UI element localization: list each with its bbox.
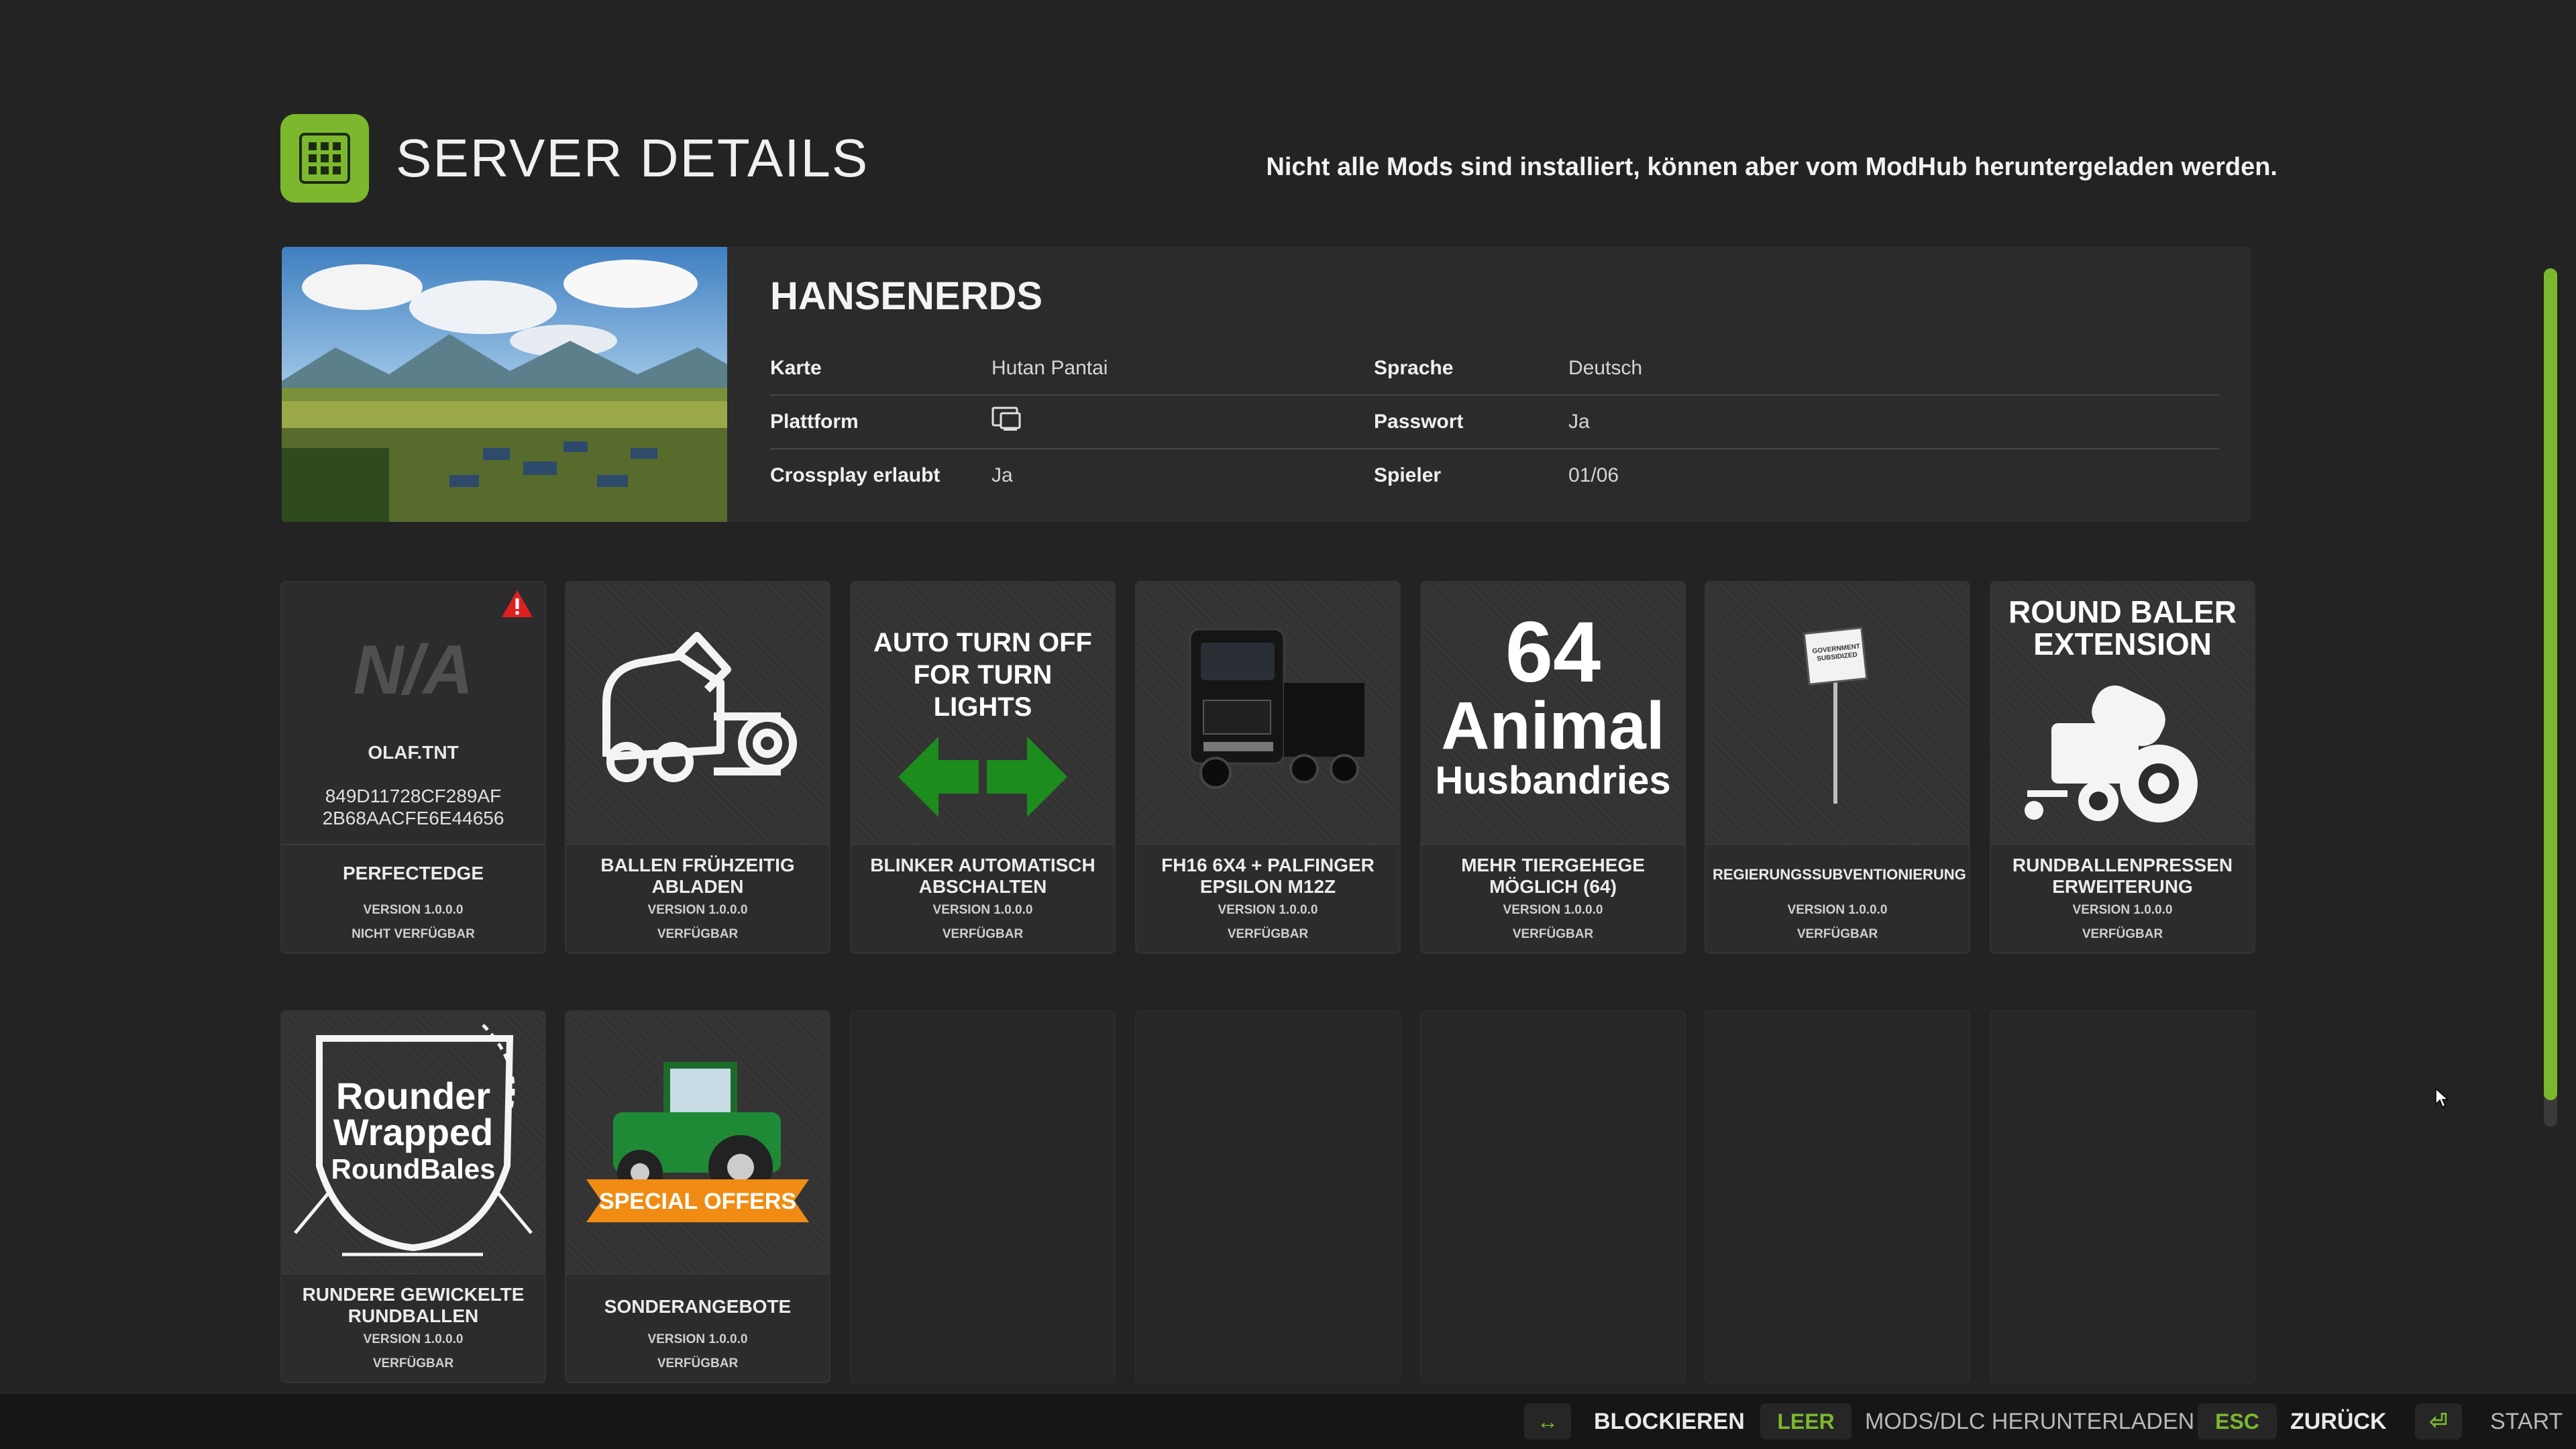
mod-image-text: Animal bbox=[1441, 688, 1665, 763]
mod-card[interactable]: FH16 6x4 + PALFINGER EPSILON M12Z VERSIO… bbox=[1135, 581, 1401, 954]
mod-version: VERSION 1.0.0.0 bbox=[647, 1332, 748, 1346]
mod-image bbox=[1136, 582, 1399, 845]
turn-arrows-icon bbox=[898, 737, 1067, 817]
mod-status: VERFÜGBAR bbox=[2082, 927, 2163, 941]
round-baler-icon bbox=[2025, 685, 2198, 822]
mod-card[interactable]: 64 Animal Husbandries MEHR TIERGEHEGE MÖ… bbox=[1420, 581, 1686, 954]
mod-card[interactable]: Rounder Wrapped RoundBales RUNDERE GEWIC… bbox=[280, 1010, 546, 1383]
info-row-map: Karte Hutan Pantai Sprache Deutsch bbox=[770, 341, 2219, 396]
pc-monitor-icon bbox=[991, 407, 1022, 439]
crossplay-value: Ja bbox=[991, 464, 1013, 486]
mod-image: 64 Animal Husbandries bbox=[1421, 582, 1684, 845]
empty-mod-slot bbox=[1990, 1010, 2255, 1383]
mod-image-line1: Rounder bbox=[335, 1075, 491, 1117]
mod-version: VERSION 1.0.0.0 bbox=[1503, 903, 1603, 917]
empty-mod-slot bbox=[850, 1010, 1116, 1383]
mod-image-text: ROUND BALER EXTENSION bbox=[2008, 594, 2237, 661]
grid-icon bbox=[280, 114, 369, 203]
mod-status: VERFÜGBAR bbox=[372, 1356, 454, 1371]
mod-status: VERFÜGBAR bbox=[657, 927, 739, 941]
esc-key: ESC bbox=[2198, 1403, 2277, 1440]
mouse-cursor-icon bbox=[2435, 1087, 2449, 1112]
mod-image-line3: RoundBales bbox=[331, 1153, 496, 1185]
mod-name: PERFECTEDGE bbox=[342, 863, 484, 883]
empty-mod-slot bbox=[1420, 1010, 1686, 1383]
mod-author: OLAF.TNT bbox=[368, 742, 459, 763]
mod-status: VERFÜGBAR bbox=[1512, 927, 1594, 941]
language-value: Deutsch bbox=[1568, 357, 1643, 379]
download-mods-button[interactable]: MODS/DLC HERUNTERLADEN bbox=[1865, 1409, 2194, 1435]
mod-card[interactable]: GOVERNMENT SUBSIDIZED REGIERUNGSSUBVENTI… bbox=[1705, 581, 1970, 954]
info-row-platform: Plattform Passwort Ja bbox=[770, 394, 2219, 449]
mod-name: MEHR TIERGEHEGE MÖGLICH (64) bbox=[1461, 855, 1645, 897]
mod-image-number: 64 bbox=[1505, 604, 1601, 700]
info-row-crossplay: Crossplay erlaubt Ja Spieler 01/06 bbox=[770, 448, 2219, 502]
back-button[interactable]: ZURÜCK bbox=[2290, 1409, 2387, 1435]
mod-card[interactable]: ROUND BALER EXTENSION RUNDBALLENPRESSEN … bbox=[1990, 581, 2255, 954]
mod-status: VERFÜGBAR bbox=[657, 1356, 739, 1371]
password-label: Passwort bbox=[1374, 411, 1464, 433]
scrollbar-thumb[interactable] bbox=[2544, 268, 2557, 1100]
space-key: LEER bbox=[1760, 1403, 1851, 1440]
mod-version: VERSION 1.0.0.0 bbox=[2072, 903, 2173, 917]
mod-name: FH16 6x4 + PALFINGER EPSILON M12Z bbox=[1161, 855, 1375, 897]
mod-image-text: AUTO TURN OFF FOR TURN LIGHTS bbox=[873, 628, 1092, 722]
mod-card[interactable]: SPECIAL OFFERS SONDERANGEBOTE VERSION 1.… bbox=[565, 1010, 830, 1383]
players-value: 01/06 bbox=[1568, 464, 1619, 486]
mod-image bbox=[566, 582, 829, 845]
mod-status: VERFÜGBAR bbox=[1796, 927, 1878, 941]
mod-hash: 849D11728CF289AF 2B68AACFE6E44656 bbox=[322, 786, 504, 828]
empty-mod-slot bbox=[1135, 1010, 1401, 1383]
page-title: SERVER DETAILS bbox=[396, 128, 869, 188]
mod-image: Rounder Wrapped RoundBales bbox=[282, 1012, 545, 1275]
mod-status: NICHT VERFÜGBAR bbox=[352, 927, 475, 941]
truck-icon bbox=[1189, 628, 1364, 789]
empty-mod-slot bbox=[1705, 1010, 1970, 1383]
mod-image-subtext: Husbandries bbox=[1435, 759, 1671, 802]
mod-status: VERFÜGBAR bbox=[942, 927, 1024, 941]
mod-name: BALLEN FRÜHZEITIG ABLADEN bbox=[600, 855, 795, 897]
mod-name: BLINKER AUTOMATISCH ABSCHALTEN bbox=[870, 855, 1095, 897]
players-label: Spieler bbox=[1374, 464, 1442, 486]
mod-name: RUNDBALLENPRESSEN ERWEITERUNG bbox=[2012, 855, 2233, 897]
mod-image: AUTO TURN OFF FOR TURN LIGHTS bbox=[851, 582, 1114, 845]
mod-image: GOVERNMENT SUBSIDIZED bbox=[1706, 582, 1969, 845]
mod-card[interactable]: AUTO TURN OFF FOR TURN LIGHTS BLINKER AU… bbox=[850, 581, 1116, 954]
warning-icon bbox=[500, 589, 534, 622]
na-text: N/A bbox=[353, 631, 474, 709]
mod-version: VERSION 1.0.0.0 bbox=[1787, 903, 1888, 917]
mod-image-text: SPECIAL OFFERS bbox=[598, 1189, 797, 1214]
mod-version: VERSION 1.0.0.0 bbox=[932, 903, 1033, 917]
mod-version: VERSION 1.0.0.0 bbox=[647, 903, 748, 917]
map-value: Hutan Pantai bbox=[991, 357, 1108, 379]
mod-card[interactable]: N/A OLAF.TNT 849D11728CF289AF 2B68AACFE6… bbox=[280, 581, 546, 954]
start-button[interactable]: START bbox=[2490, 1409, 2563, 1435]
block-button[interactable]: BLOCKIEREN bbox=[1594, 1409, 1745, 1435]
mod-image-line2: Wrapped bbox=[333, 1111, 494, 1153]
crossplay-label: Crossplay erlaubt bbox=[770, 464, 941, 486]
language-label: Sprache bbox=[1374, 357, 1454, 379]
map-label: Karte bbox=[770, 357, 822, 379]
mod-name: REGIERUNGSSUBVENTIONIERUNG bbox=[1713, 866, 1966, 883]
mod-image: ROUND BALER EXTENSION bbox=[1991, 582, 2254, 845]
mod-name: SONDERANGEBOTE bbox=[604, 1296, 792, 1317]
mod-version: VERSION 1.0.0.0 bbox=[363, 1332, 464, 1346]
signpost-icon bbox=[1803, 627, 1868, 804]
password-value: Ja bbox=[1568, 411, 1590, 433]
map-preview-image bbox=[282, 247, 727, 522]
mod-status: VERFÜGBAR bbox=[1227, 927, 1309, 941]
mod-version: VERSION 1.0.0.0 bbox=[363, 903, 464, 917]
server-name: HANSENERDS bbox=[770, 274, 1043, 318]
mod-card[interactable]: BALLEN FRÜHZEITIG ABLADEN VERSION 1.0.0.… bbox=[565, 581, 830, 954]
mod-version: VERSION 1.0.0.0 bbox=[1218, 903, 1318, 917]
mod-image: SPECIAL OFFERS bbox=[566, 1012, 829, 1275]
baler-icon bbox=[602, 632, 797, 782]
mod-name: RUNDERE GEWICKELTE RUNDBALLEN bbox=[302, 1284, 525, 1326]
enter-key-icon: ⏎ bbox=[2415, 1403, 2462, 1440]
tractor-offer-icon bbox=[586, 1062, 809, 1222]
block-key-icon: ↔ bbox=[1524, 1403, 1571, 1440]
platform-label: Plattform bbox=[770, 411, 859, 433]
mods-notice: Nicht alle Mods sind installiert, können… bbox=[1266, 153, 2277, 181]
server-info-panel: HANSENERDS Karte Hutan Pantai Sprache De… bbox=[282, 247, 2251, 522]
